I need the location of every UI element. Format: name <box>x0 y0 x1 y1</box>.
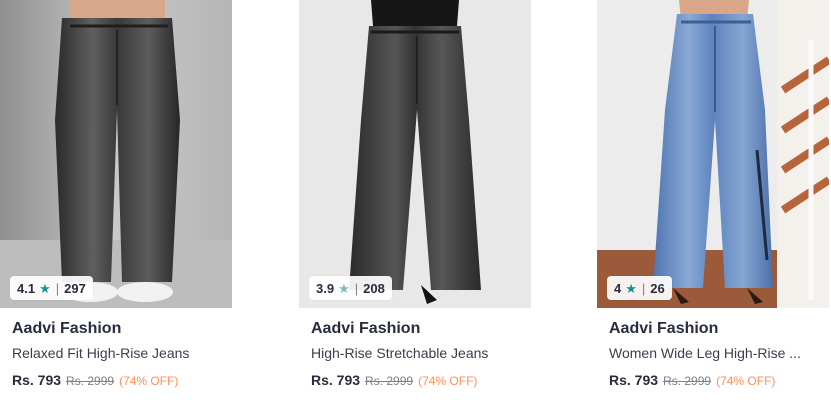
product-price: Rs. 793 <box>311 372 361 388</box>
product-name[interactable]: Relaxed Fit High-Rise Jeans <box>12 345 224 361</box>
product-price: Rs. 793 <box>12 372 62 388</box>
product-mrp: Rs. 2999 <box>66 374 115 388</box>
product-name[interactable]: High-Rise Stretchable Jeans <box>311 345 523 361</box>
product-discount: (74% OFF) <box>418 374 478 388</box>
product-mrp: Rs. 2999 <box>365 374 414 388</box>
price-row: Rs. 793 Rs. 2999 (74% OFF) <box>12 372 178 388</box>
product-brand[interactable]: Aadvi Fashion <box>12 320 121 338</box>
product-card[interactable]: 4.1 ★ | 297 Aadvi Fashion Relaxed Fit Hi… <box>0 0 232 408</box>
product-card[interactable]: 3.9 ★ | 208 Aadvi Fashion High-Rise Stre… <box>299 0 531 408</box>
rating-divider: | <box>354 280 359 296</box>
product-card[interactable]: 4 ★ | 26 Aadvi Fashion Women Wide Leg Hi… <box>597 0 829 408</box>
rating-count: 208 <box>363 280 385 296</box>
rating-value: 3.9 <box>316 280 335 296</box>
product-image[interactable] <box>597 0 829 308</box>
price-row: Rs. 793 Rs. 2999 (74% OFF) <box>311 372 477 388</box>
product-brand[interactable]: Aadvi Fashion <box>609 320 718 338</box>
rating-value: 4.1 <box>17 280 36 296</box>
rating-badge: 4 ★ | 26 <box>607 276 672 300</box>
product-image[interactable] <box>0 0 232 308</box>
rating-badge: 4.1 ★ | 297 <box>10 276 93 300</box>
product-mrp: Rs. 2999 <box>663 374 712 388</box>
rating-count: 26 <box>650 280 665 296</box>
product-price: Rs. 793 <box>609 372 659 388</box>
rating-badge: 3.9 ★ | 208 <box>309 276 392 300</box>
rating-value: 4 <box>614 280 622 296</box>
rating-divider: | <box>641 280 646 296</box>
product-discount: (74% OFF) <box>119 374 179 388</box>
product-discount: (74% OFF) <box>716 374 776 388</box>
price-row: Rs. 793 Rs. 2999 (74% OFF) <box>609 372 775 388</box>
rating-count: 297 <box>64 280 86 296</box>
product-image[interactable] <box>299 0 531 308</box>
star-icon: ★ <box>625 280 637 296</box>
product-brand[interactable]: Aadvi Fashion <box>311 320 420 338</box>
star-icon: ★ <box>39 280 51 296</box>
product-name[interactable]: Women Wide Leg High-Rise ... <box>609 345 821 361</box>
rating-divider: | <box>55 280 60 296</box>
star-icon: ★ <box>338 280 350 296</box>
